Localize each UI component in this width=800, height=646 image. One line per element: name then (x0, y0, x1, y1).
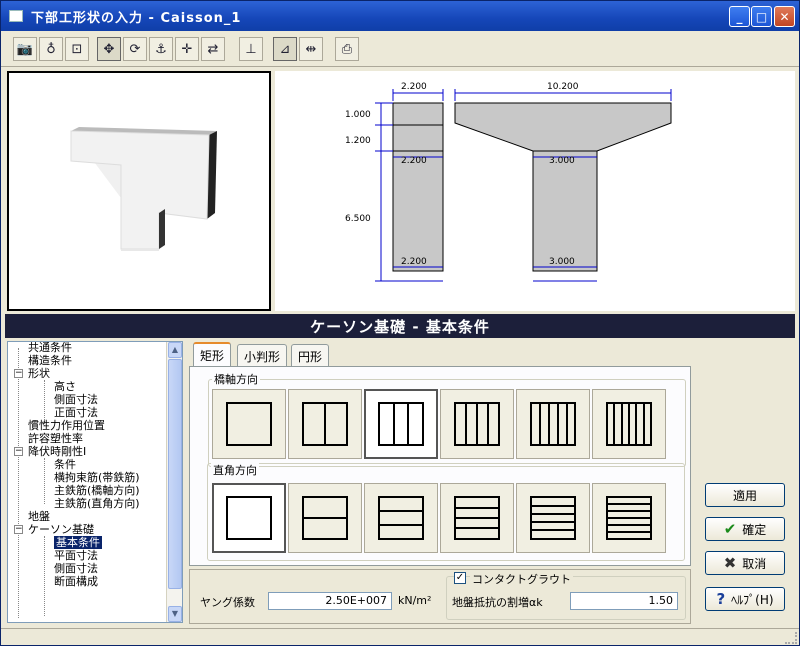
cross-icon: ✖ (723, 554, 737, 572)
tree-item[interactable]: 正面寸法 (54, 407, 98, 419)
tree-item[interactable]: 高さ (54, 381, 76, 393)
window-title: 下部工形状の入力 - Caisson_1 (31, 10, 242, 26)
contact-grout-checkbox[interactable]: ✓ (454, 572, 466, 584)
light-icon[interactable]: ♁ (39, 37, 63, 61)
move-icon[interactable]: ✛ (175, 37, 199, 61)
tree-item[interactable]: 許容塑性率 (28, 433, 83, 445)
pier-icon[interactable]: ⊥ (239, 37, 263, 61)
col-bottom-right: 3.000 (549, 257, 575, 267)
dim-top-left: 2.200 (401, 82, 427, 92)
tree-item[interactable]: 条件 (54, 459, 76, 471)
section-icon[interactable]: ⊿ (273, 37, 297, 61)
tree-collapse-icon[interactable]: − (14, 369, 23, 378)
partition-y-3-button[interactable] (364, 483, 438, 553)
col-top-right: 3.000 (549, 156, 575, 166)
print-icon[interactable]: ⎙ (335, 37, 359, 61)
tab-circle[interactable]: 円形 (291, 344, 330, 366)
main-window: 下部工形状の入力 - Caisson_1 _ □ ✕ 📷 ♁ ⊡ ✥ ⟳ ⚓ ✛… (0, 0, 800, 646)
tree-item[interactable]: 側面寸法 (54, 394, 98, 406)
navigation-tree[interactable]: 共通条件 構造条件 − 形状 高さ 側面寸法 正面寸法 慣性力作用位置 許容塑性… (7, 341, 183, 623)
young-modulus-label: ヤング係数 (200, 596, 255, 609)
dim-height-3: 6.500 (345, 214, 371, 224)
camera-icon[interactable]: 📷 (13, 37, 37, 61)
dim-height-2: 1.200 (345, 136, 371, 146)
ground-resistance-input[interactable]: 1.50 (570, 592, 678, 610)
help-icon: ? (716, 590, 726, 608)
scroll-up-icon[interactable]: ▲ (168, 342, 182, 358)
partition-x-4-button[interactable] (440, 389, 514, 459)
young-modulus-unit: kN/m² (398, 594, 432, 607)
rotate-icon[interactable]: ⟳ (123, 37, 147, 61)
partition-y-1-button[interactable] (212, 483, 286, 553)
tree-item[interactable]: 側面寸法 (54, 563, 98, 575)
scroll-down-icon[interactable]: ▼ (168, 606, 182, 622)
contact-grout-label: コンタクトグラウト (470, 571, 573, 587)
shift-icon[interactable]: ⇄ (201, 37, 225, 61)
tree-scrollbar[interactable]: ▲ ▼ (166, 342, 182, 622)
tree-item-selected[interactable]: 基本条件 (54, 536, 102, 549)
3d-view[interactable] (7, 71, 271, 311)
tree-item[interactable]: 平面寸法 (54, 550, 98, 562)
help-button[interactable]: ? ﾍﾙﾌﾟ(H) (705, 587, 785, 611)
partition-x-5-button[interactable] (516, 389, 590, 459)
resize-grip-icon[interactable] (785, 632, 797, 644)
tree-item[interactable]: 主鉄筋(橋軸方向) (54, 485, 140, 497)
scroll-thumb[interactable] (168, 359, 182, 589)
drawing-canvas: 2.200 1.000 1.200 6.500 2.200 2.200 10.2… (345, 82, 672, 282)
partition-y-6-button[interactable] (592, 483, 666, 553)
partition-x-6-button[interactable] (592, 389, 666, 459)
close-button[interactable]: ✕ (774, 6, 795, 27)
cameras-icon[interactable]: ⊡ (65, 37, 89, 61)
partition-y-4-button[interactable] (440, 483, 514, 553)
apply-button[interactable]: 適用 (705, 483, 785, 507)
tree-item[interactable]: 断面構成 (54, 576, 98, 588)
tree-collapse-icon[interactable]: − (14, 447, 23, 456)
material-settings: ヤング係数 2.50E+007 kN/m² ✓ コンタクトグラウト 地盤抵抗の割… (189, 569, 691, 624)
anchor-icon[interactable]: ⚓ (149, 37, 173, 61)
ok-button[interactable]: ✔ 確定 (705, 517, 785, 541)
dimension-icon[interactable]: ⇹ (299, 37, 323, 61)
partition-y-5-button[interactable] (516, 483, 590, 553)
tree-item[interactable]: 主鉄筋(直角方向) (54, 498, 140, 510)
tab-rectangle[interactable]: 矩形 (193, 342, 232, 367)
col-bottom-left: 2.200 (401, 257, 427, 267)
tree-item[interactable]: 形状 (28, 368, 50, 380)
toolbar: 📷 ♁ ⊡ ✥ ⟳ ⚓ ✛ ⇄ ⊥ ⊿ ⇹ ⎙ (1, 31, 799, 67)
tree-item[interactable]: 構造条件 (28, 355, 72, 367)
tree-item[interactable]: 共通条件 (28, 342, 72, 354)
partition-y-2-button[interactable] (288, 483, 362, 553)
dim-height-1: 1.000 (345, 110, 371, 120)
status-bar (1, 628, 799, 646)
partition-x-2-button[interactable] (288, 389, 362, 459)
partition-x-3-button[interactable] (364, 389, 438, 459)
title-bar[interactable]: 下部工形状の入力 - Caisson_1 _ □ ✕ (1, 1, 799, 31)
dim-top-right: 10.200 (547, 82, 579, 92)
minimize-button[interactable]: _ (729, 6, 750, 27)
app-icon (9, 10, 23, 22)
young-modulus-input[interactable]: 2.50E+007 (268, 592, 392, 610)
tree-item[interactable]: 降伏時剛性I (28, 446, 86, 458)
perpendicular-label: 直角方向 (211, 462, 259, 478)
panel-title: ケーソン基礎 - 基本条件 (5, 314, 795, 338)
ground-resistance-label: 地盤抵抗の割増αk (452, 596, 543, 609)
tree-item[interactable]: 横拘束筋(帯鉄筋) (54, 472, 140, 484)
tab-oval[interactable]: 小判形 (237, 344, 288, 366)
check-icon: ✔ (723, 520, 737, 538)
pan-icon[interactable]: ✥ (97, 37, 121, 61)
cancel-button[interactable]: ✖ 取消 (705, 551, 785, 575)
bridge-axis-label: 橋軸方向 (212, 371, 260, 387)
tree-item[interactable]: ケーソン基礎 (28, 524, 94, 536)
col-top-left: 2.200 (401, 156, 427, 166)
tree-collapse-icon[interactable]: − (14, 525, 23, 534)
partition-x-1-button[interactable] (212, 389, 286, 459)
maximize-button[interactable]: □ (751, 6, 772, 27)
2d-drawing-view[interactable]: 2.200 1.000 1.200 6.500 2.200 2.200 10.2… (275, 71, 795, 311)
3d-pier-model (70, 127, 217, 251)
tree-item[interactable]: 慣性力作用位置 (28, 420, 105, 432)
tree-item[interactable]: 地盤 (28, 511, 50, 523)
